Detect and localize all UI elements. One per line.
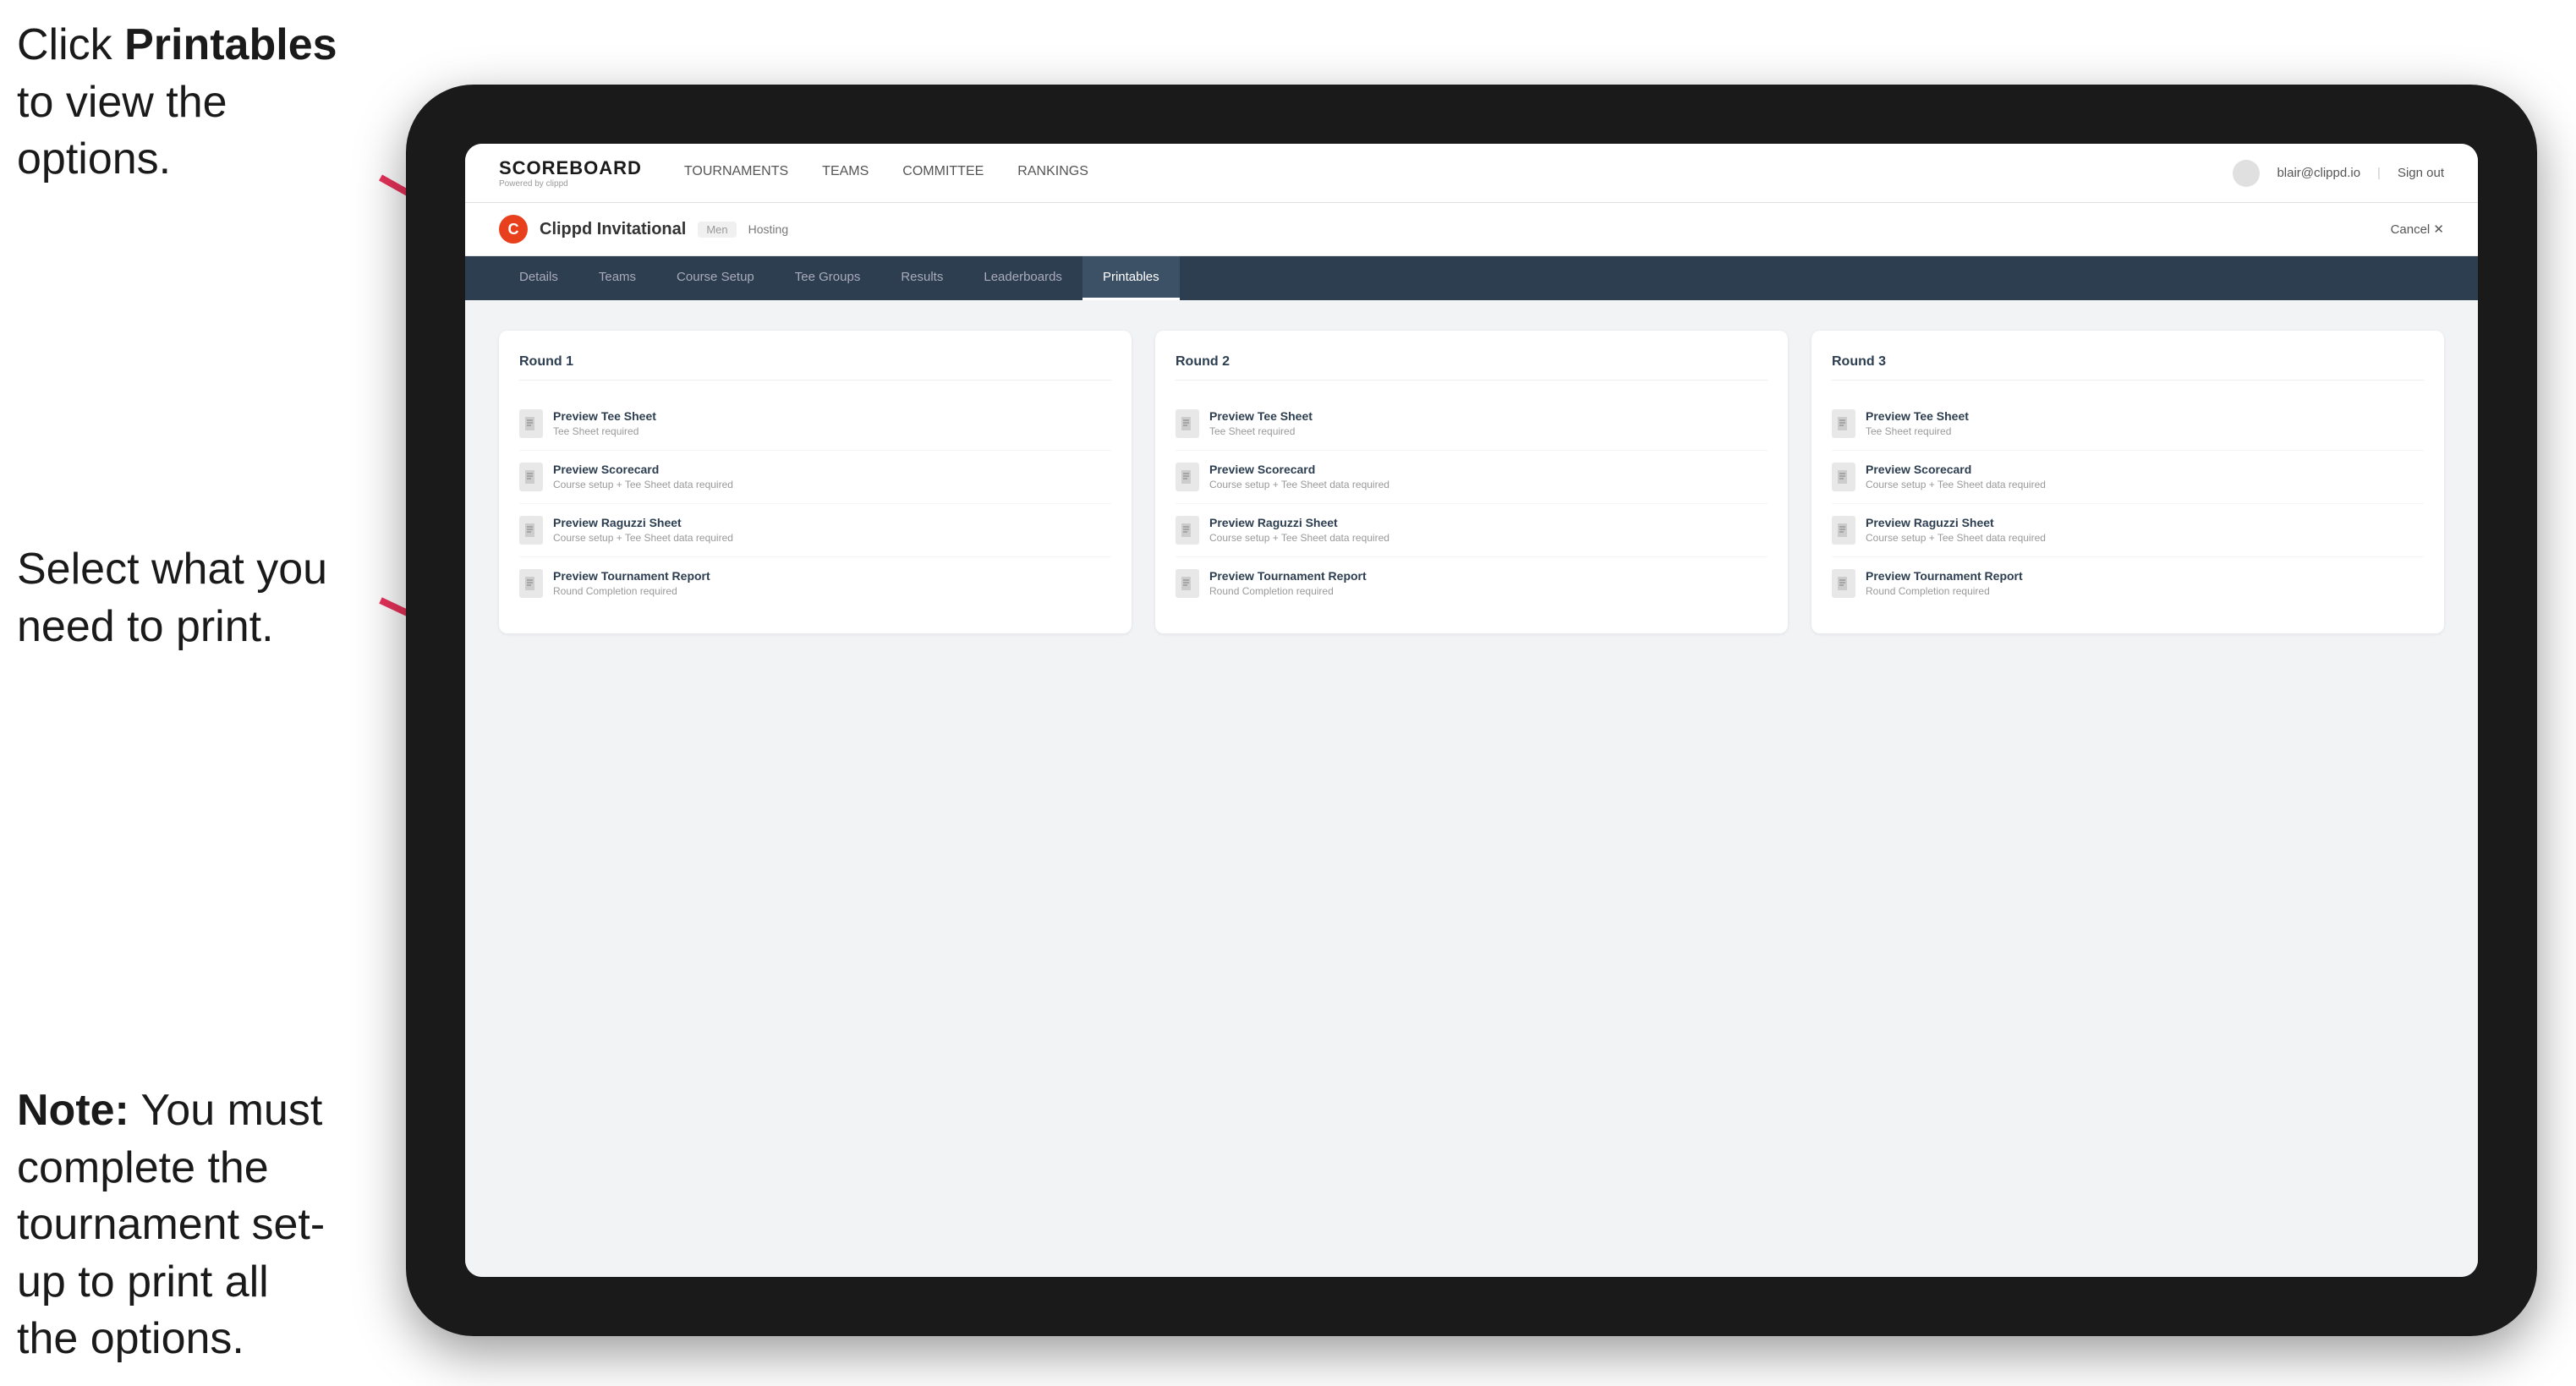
round1-raguzzi[interactable]: Preview Raguzzi Sheet Course setup + Tee… (519, 504, 1111, 557)
r3-raguzzi-req: Course setup + Tee Sheet data required (1866, 532, 2424, 544)
nav-teams[interactable]: TEAMS (822, 160, 869, 186)
round-3-title: Round 3 (1832, 354, 2424, 381)
nav-right: blair@clippd.io | Sign out (2233, 160, 2444, 187)
tab-printables[interactable]: Printables (1082, 256, 1180, 300)
logo-subtitle: Powered by clippd (499, 179, 642, 189)
r1-report-req: Round Completion required (553, 585, 1111, 597)
tee-sheet-icon-r3 (1832, 409, 1855, 438)
main-content: Round 1 Preview Tee Sheet (465, 300, 2478, 1277)
tab-results[interactable]: Results (880, 256, 963, 300)
tablet-screen: SCOREBOARD Powered by clippd TOURNAMENTS… (465, 144, 2478, 1277)
r3-teesheet-name: Preview Tee Sheet (1866, 409, 2424, 423)
r1-scorecard-name: Preview Scorecard (553, 463, 1111, 476)
nav-tournaments[interactable]: TOURNAMENTS (684, 160, 788, 186)
round3-raguzzi[interactable]: Preview Raguzzi Sheet Course setup + Tee… (1832, 504, 2424, 557)
tab-tee-groups[interactable]: Tee Groups (775, 256, 881, 300)
tab-course-setup[interactable]: Course Setup (656, 256, 775, 300)
round1-tee-sheet[interactable]: Preview Tee Sheet Tee Sheet required (519, 397, 1111, 451)
r2-report-req: Round Completion required (1209, 585, 1768, 597)
r2-teesheet-name: Preview Tee Sheet (1209, 409, 1768, 423)
tee-sheet-icon-r1 (519, 409, 543, 438)
annotation-bottom: Note: You must complete the tournament s… (17, 1082, 338, 1368)
user-email: blair@clippd.io (2277, 166, 2360, 180)
round1-scorecard[interactable]: Preview Scorecard Course setup + Tee She… (519, 451, 1111, 504)
round2-tournament-report[interactable]: Preview Tournament Report Round Completi… (1176, 557, 1768, 610)
tab-details[interactable]: Details (499, 256, 578, 300)
round-1-section: Round 1 Preview Tee Sheet (499, 331, 1132, 633)
round2-tee-sheet[interactable]: Preview Tee Sheet Tee Sheet required (1176, 397, 1768, 451)
scorecard-icon-r3 (1832, 463, 1855, 491)
tournament-header: C Clippd Invitational Men Hosting Cancel… (465, 203, 2478, 256)
r1-raguzzi-name: Preview Raguzzi Sheet (553, 516, 1111, 529)
r2-raguzzi-name: Preview Raguzzi Sheet (1209, 516, 1768, 529)
r3-scorecard-name: Preview Scorecard (1866, 463, 2424, 476)
r2-teesheet-req: Tee Sheet required (1209, 425, 1768, 437)
tournament-title-group: C Clippd Invitational Men Hosting (499, 215, 788, 244)
nav-left: SCOREBOARD Powered by clippd TOURNAMENTS… (499, 157, 1088, 189)
r2-report-name: Preview Tournament Report (1209, 569, 1768, 583)
rounds-grid: Round 1 Preview Tee Sheet (499, 331, 2444, 633)
round3-tournament-report[interactable]: Preview Tournament Report Round Completi… (1832, 557, 2424, 610)
r1-report-name: Preview Tournament Report (553, 569, 1111, 583)
round2-scorecard[interactable]: Preview Scorecard Course setup + Tee She… (1176, 451, 1768, 504)
r1-teesheet-name: Preview Tee Sheet (553, 409, 1111, 423)
round-2-section: Round 2 Preview Tee Sheet Tee Sheet requ… (1155, 331, 1788, 633)
nav-rankings[interactable]: RANKINGS (1017, 160, 1088, 186)
tee-sheet-icon-r2 (1176, 409, 1199, 438)
report-icon-r2 (1176, 569, 1199, 598)
r2-scorecard-req: Course setup + Tee Sheet data required (1209, 479, 1768, 490)
r2-scorecard-name: Preview Scorecard (1209, 463, 1768, 476)
r1-scorecard-req: Course setup + Tee Sheet data required (553, 479, 1111, 490)
tablet-frame: SCOREBOARD Powered by clippd TOURNAMENTS… (406, 85, 2537, 1336)
round-1-title: Round 1 (519, 354, 1111, 381)
tournament-logo: C (499, 215, 528, 244)
annotation-middle: Select what you need to print. (17, 541, 338, 655)
raguzzi-icon-r3 (1832, 516, 1855, 545)
tab-leaderboards[interactable]: Leaderboards (963, 256, 1082, 300)
scorecard-icon-r1 (519, 463, 543, 491)
raguzzi-icon-r2 (1176, 516, 1199, 545)
r3-raguzzi-name: Preview Raguzzi Sheet (1866, 516, 2424, 529)
tab-navigation: Details Teams Course Setup Tee Groups Re… (465, 256, 2478, 300)
round1-tournament-report[interactable]: Preview Tournament Report Round Completi… (519, 557, 1111, 610)
r3-report-name: Preview Tournament Report (1866, 569, 2424, 583)
round3-scorecard[interactable]: Preview Scorecard Course setup + Tee She… (1832, 451, 2424, 504)
round2-raguzzi[interactable]: Preview Raguzzi Sheet Course setup + Tee… (1176, 504, 1768, 557)
top-navigation: SCOREBOARD Powered by clippd TOURNAMENTS… (465, 144, 2478, 203)
round-3-section: Round 3 Preview Tee Sheet Tee Sheet requ… (1811, 331, 2444, 633)
scoreboard-logo: SCOREBOARD Powered by clippd (499, 157, 642, 189)
scorecard-icon-r2 (1176, 463, 1199, 491)
r1-teesheet-req: Tee Sheet required (553, 425, 1111, 437)
tab-teams[interactable]: Teams (578, 256, 656, 300)
cancel-button[interactable]: Cancel ✕ (2391, 222, 2444, 237)
tournament-status: Hosting (748, 222, 788, 236)
tournament-name: Clippd Invitational (540, 220, 686, 239)
tournament-badge: Men (698, 222, 736, 238)
r1-raguzzi-req: Course setup + Tee Sheet data required (553, 532, 1111, 544)
round3-tee-sheet[interactable]: Preview Tee Sheet Tee Sheet required (1832, 397, 2424, 451)
nav-committee[interactable]: COMMITTEE (902, 160, 984, 186)
report-icon-r1 (519, 569, 543, 598)
round-2-title: Round 2 (1176, 354, 1768, 381)
r2-raguzzi-req: Course setup + Tee Sheet data required (1209, 532, 1768, 544)
sign-out-link[interactable]: Sign out (2398, 166, 2444, 180)
r3-teesheet-req: Tee Sheet required (1866, 425, 2424, 437)
report-icon-r3 (1832, 569, 1855, 598)
user-avatar (2233, 160, 2260, 187)
r3-scorecard-req: Course setup + Tee Sheet data required (1866, 479, 2424, 490)
raguzzi-icon-r1 (519, 516, 543, 545)
r3-report-req: Round Completion required (1866, 585, 2424, 597)
logo-title: SCOREBOARD (499, 157, 642, 179)
nav-menu: TOURNAMENTS TEAMS COMMITTEE RANKINGS (684, 160, 1088, 186)
annotation-top: Click Printables to view the options. (17, 17, 338, 189)
